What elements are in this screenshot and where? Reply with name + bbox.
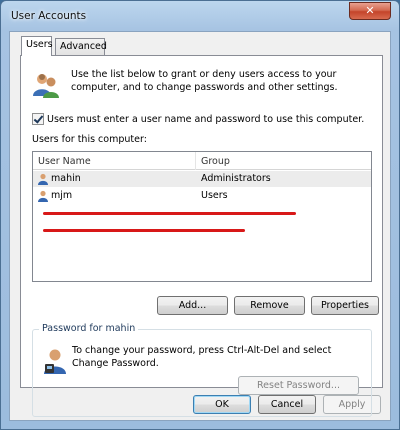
require-login-row[interactable]: Users must enter a user name and passwor…	[32, 113, 364, 125]
column-header-group[interactable]: Group	[201, 156, 230, 167]
annotation-underline-users	[43, 229, 245, 232]
user-accounts-window: User Accounts ✕ Users Advanced Use the l…	[0, 0, 400, 430]
require-login-checkbox[interactable]	[32, 113, 44, 125]
column-header-username[interactable]: User Name	[38, 156, 91, 167]
column-divider[interactable]	[195, 152, 196, 170]
close-icon: ✕	[365, 4, 375, 17]
dialog-client-area: Users Advanced Use the list below to gra…	[9, 31, 391, 421]
add-user-button[interactable]: Add...	[157, 296, 228, 315]
reset-password-button-label: Reset Password...	[257, 380, 340, 391]
user-name-cell: mahin	[51, 173, 81, 184]
annotation-underline-admin	[43, 212, 296, 215]
password-instructions: To change your password, press Ctrl-Alt-…	[72, 345, 332, 369]
user-icon	[38, 173, 48, 185]
remove-user-button-label: Remove	[250, 300, 289, 311]
table-row[interactable]: mahin Administrators	[33, 171, 371, 187]
properties-button[interactable]: Properties	[311, 296, 379, 315]
users-tab-panel: Use the list below to grant or deny user…	[20, 55, 383, 417]
password-group-title: Password for mahin	[39, 323, 139, 334]
intro-text: Use the list below to grant or deny user…	[71, 69, 338, 93]
require-login-label: Users must enter a user name and passwor…	[47, 113, 365, 125]
title-bar[interactable]: User Accounts ✕	[1, 1, 399, 31]
password-group: Password for mahin To change your passwo…	[32, 323, 372, 417]
tab-users-label: Users	[26, 39, 53, 50]
users-icon	[33, 74, 59, 98]
users-list[interactable]: User Name Group mahin Administrators mjm…	[32, 151, 372, 282]
remove-user-button[interactable]: Remove	[234, 296, 305, 315]
close-button[interactable]: ✕	[349, 2, 391, 20]
user-icon	[38, 190, 48, 202]
users-for-computer-label: Users for this computer:	[32, 134, 147, 145]
add-user-button-label: Add...	[178, 300, 207, 311]
key-user-icon	[44, 349, 66, 374]
tab-advanced[interactable]: Advanced	[55, 38, 107, 55]
properties-button-label: Properties	[320, 300, 369, 311]
user-group-cell: Administrators	[201, 173, 271, 184]
reset-password-button[interactable]: Reset Password...	[238, 376, 359, 395]
tab-users[interactable]: Users	[21, 36, 53, 56]
user-name-cell: mjm	[51, 190, 73, 201]
table-row[interactable]: mjm Users	[33, 188, 371, 204]
tab-advanced-label: Advanced	[60, 41, 107, 52]
user-group-cell: Users	[201, 190, 228, 201]
window-title: User Accounts	[11, 10, 87, 22]
users-list-header: User Name Group	[33, 152, 371, 170]
